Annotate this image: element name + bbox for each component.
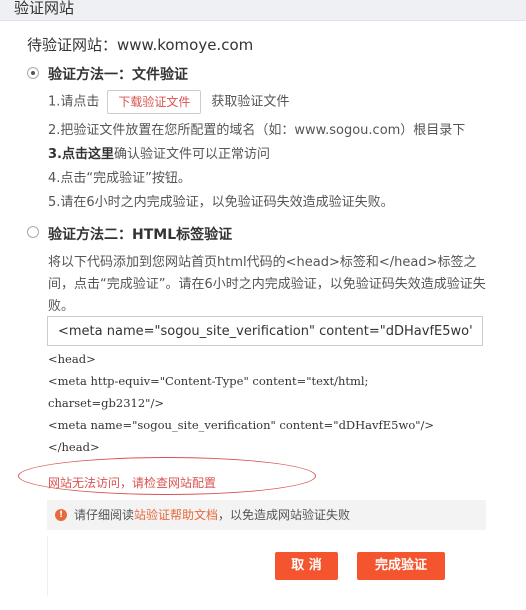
code-line: <meta name="sogou_site_verification" con…: [48, 418, 435, 432]
method1-step3: 3.点击这里确认验证文件可以正常访问: [48, 143, 270, 162]
code-line: charset=gb2312"/>: [48, 396, 164, 410]
download-verification-file-button[interactable]: 下载验证文件: [107, 90, 202, 114]
site-label: 待验证网站：: [27, 36, 118, 54]
step3-rest: 确认验证文件可以正常访问: [113, 147, 270, 162]
code-line: <head>: [48, 352, 96, 366]
dialog-titlebar: 验证网站: [0, 0, 526, 21]
dialog-footer: 取 消 完成验证: [47, 536, 487, 596]
warning-icon: !: [55, 509, 67, 521]
step1-suffix: 获取验证文件: [211, 94, 290, 110]
notice-bar: ! 请仔细阅读站验证帮助文档，以免造成网站验证失败: [47, 500, 486, 530]
meta-tag-field[interactable]: [47, 316, 483, 346]
method1-step1: 1.请点击 下载验证文件 获取验证文件: [48, 90, 289, 115]
click-here-link[interactable]: 3.点击这里: [48, 147, 114, 162]
method2-title: 验证方法二：HTML标签验证: [48, 227, 233, 243]
site-to-verify: 待验证网站：www.komoye.com: [27, 34, 253, 55]
html-code-block: <head> <meta http-equiv="Content-Type" c…: [48, 348, 434, 458]
method2-description: 将以下代码添加到您网站首页html代码的<head>标签和</head>标签之间…: [48, 255, 486, 314]
dialog-title: 验证网站: [14, 0, 75, 17]
method1-step2: 2.把验证文件放置在您所配置的域名（如：www.sogou.com）根目录下: [48, 123, 466, 138]
cancel-button[interactable]: 取 消: [275, 552, 338, 580]
complete-verification-button[interactable]: 完成验证: [357, 552, 445, 580]
method2-radio[interactable]: [27, 226, 39, 238]
method1-step4: 4.点击“完成验证”按钮。: [48, 171, 191, 186]
site-url: www.komoye.com: [117, 36, 254, 54]
error-message: 网站无法访问，请检查网站配置: [48, 476, 217, 490]
code-line: </head>: [48, 440, 100, 454]
method1-title: 验证方法一：文件验证: [48, 67, 188, 83]
method1-step5: 5.请在6小时之内完成验证，以免验证码失效造成验证失败。: [48, 195, 394, 210]
notice-prefix: 请仔细阅读: [74, 508, 135, 522]
notice-text: 请仔细阅读站验证帮助文档，以免造成网站验证失败: [74, 500, 350, 530]
help-doc-link[interactable]: 站验证帮助文档: [134, 508, 218, 522]
step1-prefix: 1.请点击: [48, 94, 100, 110]
method1-radio[interactable]: [27, 67, 39, 79]
code-line: <meta http-equiv="Content-Type" content=…: [48, 374, 369, 388]
notice-suffix: ，以免造成网站验证失败: [218, 508, 351, 522]
